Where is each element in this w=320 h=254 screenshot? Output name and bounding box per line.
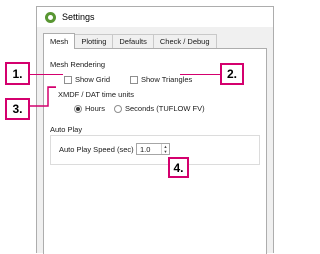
tab-mesh[interactable]: Mesh: [43, 33, 76, 49]
time-units-title: XMDF / DAT time units: [58, 90, 134, 99]
qgis-logo-icon: [45, 11, 56, 23]
show-grid-label: Show Grid: [75, 75, 111, 84]
spinbox-buttons: ▲ ▼: [161, 144, 169, 154]
hours-label: Hours: [85, 104, 106, 113]
tab-defaults[interactable]: Defaults: [112, 34, 154, 49]
seconds-radio[interactable]: [114, 105, 122, 113]
callout-3: 3.: [5, 98, 30, 120]
callout-3-connector: [48, 87, 56, 88]
window-title: Settings: [62, 12, 95, 22]
mesh-rendering-title: Mesh Rendering: [50, 60, 106, 69]
auto-play-group: Auto Play Speed (sec) 1.0 ▲ ▼: [50, 135, 260, 165]
callout-1: 1.: [5, 62, 30, 85]
callout-4: 4.: [168, 157, 189, 178]
tab-plotting[interactable]: Plotting: [74, 34, 114, 49]
callout-2: 2.: [220, 63, 244, 85]
callout-1-connector: [29, 74, 63, 75]
show-triangles-label: Show Triangles: [141, 75, 193, 84]
hours-radio[interactable]: [74, 105, 82, 113]
spin-down-icon[interactable]: ▼: [162, 149, 169, 154]
settings-window: Settings Mesh Plotting Defaults Check / …: [36, 6, 274, 254]
tab-check-debug[interactable]: Check / Debug: [152, 34, 217, 49]
callout-2-connector: [180, 74, 220, 75]
auto-play-title: Auto Play: [50, 125, 83, 134]
auto-play-speed-spinbox[interactable]: 1.0 ▲ ▼: [136, 143, 170, 155]
tab-bar: Mesh Plotting Defaults Check / Debug: [43, 33, 217, 49]
auto-play-speed-value: 1.0: [140, 145, 151, 154]
title-bar: Settings: [37, 7, 273, 27]
seconds-label: Seconds (TUFLOW FV): [125, 104, 205, 113]
auto-play-speed-label: Auto Play Speed (sec): [59, 145, 134, 154]
show-grid-checkbox[interactable]: [64, 76, 72, 84]
show-triangles-checkbox[interactable]: [130, 76, 138, 84]
